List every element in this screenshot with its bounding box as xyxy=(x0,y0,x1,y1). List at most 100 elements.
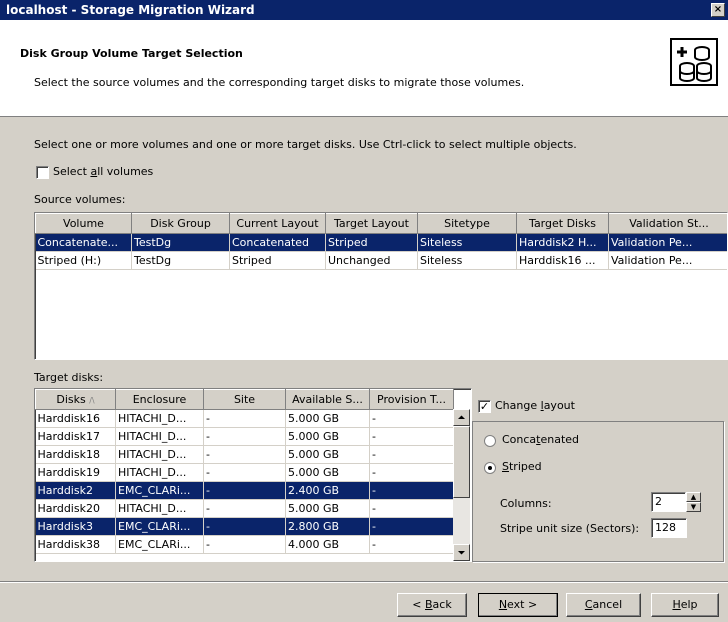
table-row[interactable]: Concatenate... TestDg Concatenated Strip… xyxy=(35,233,727,252)
column-header[interactable]: Validation St... xyxy=(608,213,727,234)
column-header[interactable]: Disk Group xyxy=(131,213,230,234)
help-button[interactable]: Help xyxy=(651,593,719,617)
table-cell: Striped xyxy=(325,233,418,252)
table-cell: Striped (H:) xyxy=(35,251,132,270)
table-cell: Harddisk17 xyxy=(35,427,116,446)
table-row[interactable]: Harddisk3 EMC_CLARi... - 2.800 GB - xyxy=(35,517,454,536)
table-cell: 4.000 GB xyxy=(285,535,370,554)
table-cell: Harddisk2 xyxy=(35,481,116,500)
table-cell: Concatenate... xyxy=(35,233,132,252)
table-cell: Harddisk16 ... xyxy=(516,251,609,270)
columns-label: Columns: xyxy=(500,497,552,510)
striped-label[interactable]: Striped xyxy=(502,460,542,473)
column-header[interactable]: Target Disks xyxy=(516,213,609,234)
columns-spinner[interactable]: ▲ ▼ xyxy=(686,492,701,512)
concatenated-radio[interactable] xyxy=(484,435,496,447)
table-cell: TestDg xyxy=(131,233,230,252)
table-cell: - xyxy=(369,409,454,428)
column-header[interactable]: Volume xyxy=(35,213,132,234)
title-bar: localhost - Storage Migration Wizard × xyxy=(0,0,728,20)
cancel-button[interactable]: Cancel xyxy=(566,593,641,617)
target-disks-table[interactable]: Disks /\ Enclosure Site Available S... P… xyxy=(34,388,472,562)
table-cell: Harddisk20 xyxy=(35,499,116,518)
change-layout-row: ✓ Change layout xyxy=(475,398,605,416)
table-cell: Harddisk2 H... xyxy=(516,233,609,252)
table-cell: - xyxy=(203,517,286,536)
table-cell: 5.000 GB xyxy=(285,445,370,464)
target-disks-label: Target disks: xyxy=(34,371,104,384)
table-cell: 5.000 GB xyxy=(285,427,370,446)
table-cell: - xyxy=(203,445,286,464)
source-volumes-table[interactable]: Volume Disk Group Current Layout Target … xyxy=(34,212,728,360)
change-layout-checkbox[interactable]: ✓ xyxy=(478,400,491,413)
concatenated-label[interactable]: Concatenated xyxy=(502,433,579,446)
table-cell: Validation Pe... xyxy=(608,233,727,252)
table-cell: Validation Pe... xyxy=(608,251,727,270)
table-cell: HITACHI_D... xyxy=(115,499,204,518)
arrow-up-icon xyxy=(458,415,465,419)
target-disks-scrollbar[interactable] xyxy=(453,409,470,561)
table-cell: Striped xyxy=(229,251,326,270)
scroll-thumb[interactable] xyxy=(453,426,470,498)
table-row[interactable]: Harddisk18 HITACHI_D... - 5.000 GB - xyxy=(35,445,454,464)
table-cell: HITACHI_D... xyxy=(115,409,204,428)
scroll-up-button[interactable] xyxy=(453,409,470,426)
table-row[interactable]: Harddisk16 HITACHI_D... - 5.000 GB - xyxy=(35,409,454,428)
column-header[interactable]: Sitetype xyxy=(417,213,517,234)
footer-divider xyxy=(0,581,728,583)
column-header[interactable]: Current Layout xyxy=(229,213,326,234)
table-cell: - xyxy=(203,427,286,446)
back-button[interactable]: < Back xyxy=(397,593,467,617)
close-icon[interactable]: × xyxy=(711,3,725,17)
select-all-checkbox[interactable] xyxy=(36,166,49,179)
table-cell: Harddisk19 xyxy=(35,463,116,482)
spin-up-icon[interactable]: ▲ xyxy=(686,492,701,502)
table-cell: TestDg xyxy=(131,251,230,270)
table-cell: - xyxy=(369,517,454,536)
column-header[interactable]: Available S... xyxy=(285,389,370,410)
page-title: Disk Group Volume Target Selection xyxy=(20,47,243,60)
table-cell: - xyxy=(203,499,286,518)
table-cell: 2.400 GB xyxy=(285,481,370,500)
column-header[interactable]: Target Layout xyxy=(325,213,418,234)
columns-input[interactable]: 2 xyxy=(651,492,686,512)
table-cell: HITACHI_D... xyxy=(115,445,204,464)
table-cell: - xyxy=(203,463,286,482)
table-cell: EMC_CLARi... xyxy=(115,481,204,500)
targets-header-row: Disks /\ Enclosure Site Available S... P… xyxy=(35,389,454,410)
window-title: localhost - Storage Migration Wizard xyxy=(6,3,255,17)
table-cell: - xyxy=(369,445,454,464)
table-row[interactable]: Harddisk19 HITACHI_D... - 5.000 GB - xyxy=(35,463,454,482)
table-cell: 5.000 GB xyxy=(285,463,370,482)
table-cell: - xyxy=(369,481,454,500)
table-cell: - xyxy=(369,535,454,554)
scroll-down-button[interactable] xyxy=(453,544,470,561)
sort-ascending-icon: /\ xyxy=(89,396,95,405)
column-header[interactable]: Provision T... xyxy=(369,389,454,410)
arrow-down-icon xyxy=(458,551,465,555)
stripe-unit-input[interactable]: 128 xyxy=(651,518,687,538)
stripe-unit-label: Stripe unit size (Sectors): xyxy=(500,522,640,535)
next-button[interactable]: Next > xyxy=(478,593,558,617)
select-all-label[interactable]: Select all volumes xyxy=(53,165,153,178)
table-cell: Siteless xyxy=(417,233,517,252)
column-header[interactable]: Enclosure xyxy=(115,389,204,410)
column-header-disks[interactable]: Disks /\ xyxy=(35,389,116,410)
instructions-text: Select one or more volumes and one or mo… xyxy=(34,138,577,151)
striped-radio[interactable] xyxy=(484,462,496,474)
table-row[interactable]: Harddisk17 HITACHI_D... - 5.000 GB - xyxy=(35,427,454,446)
table-cell: - xyxy=(203,535,286,554)
column-header[interactable]: Site xyxy=(203,389,286,410)
table-row[interactable]: Harddisk20 HITACHI_D... - 5.000 GB - xyxy=(35,499,454,518)
table-row[interactable]: Harddisk38 EMC_CLARi... - 4.000 GB - xyxy=(35,535,454,554)
table-cell: 5.000 GB xyxy=(285,409,370,428)
spin-down-icon[interactable]: ▼ xyxy=(686,502,701,512)
table-row[interactable]: Harddisk2 EMC_CLARi... - 2.400 GB - xyxy=(35,481,454,500)
table-row[interactable]: Striped (H:) TestDg Striped Unchanged Si… xyxy=(35,251,727,270)
table-cell: Harddisk18 xyxy=(35,445,116,464)
change-layout-label[interactable]: Change layout xyxy=(495,399,575,412)
table-cell: Harddisk3 xyxy=(35,517,116,536)
table-cell: EMC_CLARi... xyxy=(115,535,204,554)
table-cell: HITACHI_D... xyxy=(115,463,204,482)
table-cell: - xyxy=(369,463,454,482)
